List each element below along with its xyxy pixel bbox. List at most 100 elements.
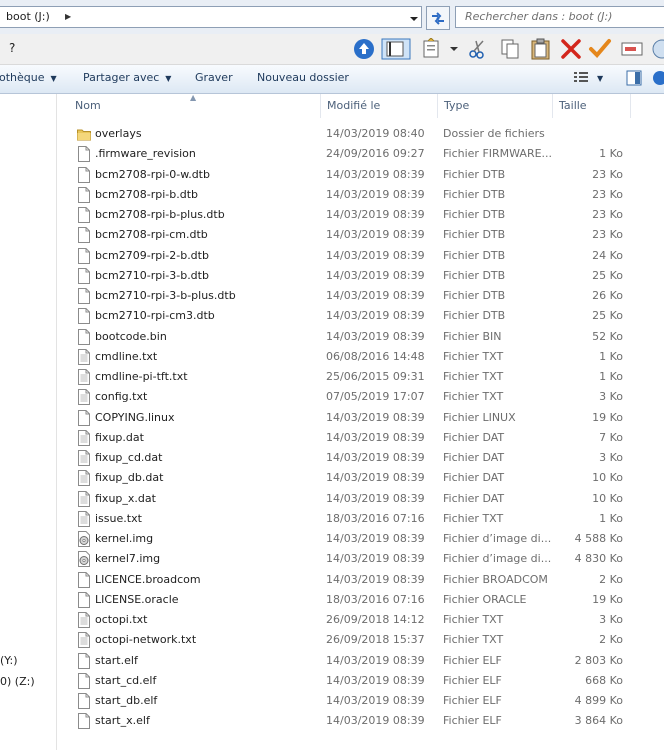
file-row[interactable]: fixup_db.dat 14/03/2019 08:39 Fichier DAT 1… [57, 468, 664, 488]
file-name[interactable]: LICENSE.oracle [95, 593, 179, 606]
refresh-button[interactable] [426, 6, 450, 30]
file-name[interactable]: start.elf [95, 654, 138, 667]
file-modified-date: 14/03/2019 08:39 [326, 694, 425, 707]
file-row[interactable]: bcm2709-rpi-2-b.dtb 14/03/2019 08:39 Fichi… [57, 246, 664, 266]
file-row[interactable]: octopi-network.txt 26/09/2018 15:37 Fichie… [57, 630, 664, 650]
file-row[interactable]: bcm2708-rpi-0-w.dtb 14/03/2019 08:39 Fichi… [57, 165, 664, 185]
file-name[interactable]: bootcode.bin [95, 330, 167, 343]
file-row[interactable]: bcm2708-rpi-cm.dtb 14/03/2019 08:39 Fichie… [57, 225, 664, 245]
file-name[interactable]: .firmware_revision [95, 147, 196, 160]
file-name[interactable]: fixup_cd.dat [95, 451, 162, 464]
view-dropdown-icon[interactable]: ▼ [597, 74, 603, 83]
file-name[interactable]: bcm2710-rpi-3-b.dtb [95, 269, 209, 282]
view-options-icon[interactable] [573, 70, 589, 84]
rename-icon[interactable] [620, 38, 644, 60]
file-name[interactable]: COPYING.linux [95, 411, 175, 424]
new-folder-button[interactable]: Nouveau dossier [257, 71, 349, 84]
column-header-size[interactable]: Taille [559, 99, 587, 112]
file-name[interactable]: bcm2710-rpi-cm3.dtb [95, 309, 215, 322]
file-row[interactable]: bcm2710-rpi-3-b.dtb 14/03/2019 08:39 Fichi… [57, 266, 664, 286]
file-name[interactable]: octopi-network.txt [95, 633, 196, 646]
file-row[interactable]: issue.txt 18/03/2016 07:16 Fichier TXT 1 Ko [57, 509, 664, 529]
breadcrumb-arrow-icon[interactable]: ▶ [65, 12, 71, 21]
dropdown-arrow-icon[interactable] [447, 38, 461, 60]
file-row[interactable]: fixup_x.dat 14/03/2019 08:39 Fichier DAT 10… [57, 489, 664, 509]
column-header-name[interactable]: Nom [75, 99, 101, 112]
search-input[interactable]: Rechercher dans : boot (J:) [455, 6, 664, 28]
address-path-box[interactable]: boot (J:) ▶ [0, 6, 422, 28]
file-row[interactable]: bcm2710-rpi-cm3.dtb 14/03/2019 08:39 Fichi… [57, 306, 664, 326]
file-row[interactable]: bootcode.bin 14/03/2019 08:39 Fichier BIN 5… [57, 327, 664, 347]
file-row[interactable]: bcm2710-rpi-3-b-plus.dtb 14/03/2019 08:39… [57, 286, 664, 306]
file-name[interactable]: kernel.img [95, 532, 153, 545]
search-placeholder: Rechercher dans : boot (J:) [465, 10, 613, 23]
file-name[interactable]: issue.txt [95, 512, 142, 525]
address-path[interactable]: boot (J:) [6, 10, 50, 23]
file-row[interactable]: kernel7.img 14/03/2019 08:39 Fichier d’ima… [57, 549, 664, 569]
column-divider[interactable] [437, 94, 438, 118]
file-name[interactable]: kernel7.img [95, 552, 160, 565]
file-row[interactable]: start_x.elf 14/03/2019 08:39 Fichier ELF 3 … [57, 711, 664, 731]
file-name[interactable]: octopi.txt [95, 613, 148, 626]
help-menu[interactable]: ? [9, 41, 15, 55]
file-row[interactable]: kernel.img 14/03/2019 08:39 Fichier d’imag… [57, 529, 664, 549]
file-name[interactable]: bcm2708-rpi-0-w.dtb [95, 168, 210, 181]
cut-icon[interactable] [466, 38, 490, 60]
file-row[interactable]: bcm2708-rpi-b-plus.dtb 14/03/2019 08:39 Fi… [57, 205, 664, 225]
file-row[interactable]: overlays 14/03/2019 08:40 Dossier de fichi… [57, 124, 664, 144]
help-icon[interactable] [650, 38, 664, 60]
file-row[interactable]: LICENCE.broadcom 14/03/2019 08:39 Fichier … [57, 570, 664, 590]
file-name[interactable]: bcm2709-rpi-2-b.dtb [95, 249, 209, 262]
file-name[interactable]: bcm2710-rpi-3-b-plus.dtb [95, 289, 236, 302]
properties-icon[interactable] [420, 38, 444, 60]
checkmark-icon[interactable] [588, 38, 612, 60]
file-name[interactable]: fixup_x.dat [95, 492, 156, 505]
column-divider[interactable] [552, 94, 553, 118]
file-name[interactable]: LICENCE.broadcom [95, 573, 201, 586]
nav-item-drive-z[interactable]: 0) (Z:) [0, 675, 35, 688]
nav-item-drive-y[interactable]: (Y:) [0, 654, 18, 667]
column-divider[interactable] [630, 94, 631, 118]
file-row[interactable]: .firmware_revision 24/09/2016 09:27 Fichie… [57, 144, 664, 164]
file-name[interactable]: fixup.dat [95, 431, 144, 444]
file-row[interactable]: bcm2708-rpi-b.dtb 14/03/2019 08:39 Fichier… [57, 185, 664, 205]
file-name[interactable]: start_db.elf [95, 694, 157, 707]
file-row[interactable]: cmdline.txt 06/08/2016 14:48 Fichier TXT 1 … [57, 347, 664, 367]
file-row[interactable]: start_cd.elf 14/03/2019 08:39 Fichier ELF 6… [57, 671, 664, 691]
file-icon [77, 713, 91, 730]
file-row[interactable]: start.elf 14/03/2019 08:39 Fichier ELF 2 80… [57, 651, 664, 671]
file-row[interactable]: config.txt 07/05/2019 17:07 Fichier TXT 3 K… [57, 387, 664, 407]
preview-pane-icon[interactable] [381, 38, 411, 60]
file-name[interactable]: bcm2708-rpi-b-plus.dtb [95, 208, 225, 221]
file-size: 23 Ko [592, 187, 623, 201]
file-name[interactable]: start_x.elf [95, 714, 150, 727]
file-name[interactable]: start_cd.elf [95, 674, 156, 687]
file-row[interactable]: cmdline-pi-tft.txt 25/06/2015 09:31 Fichie… [57, 367, 664, 387]
share-menu[interactable]: Partager avec ▼ [83, 71, 171, 84]
help-circle-icon[interactable] [652, 70, 664, 86]
file-name[interactable]: fixup_db.dat [95, 471, 163, 484]
delete-icon[interactable] [559, 38, 583, 60]
file-name[interactable]: bcm2708-rpi-b.dtb [95, 188, 198, 201]
file-name[interactable]: bcm2708-rpi-cm.dtb [95, 228, 208, 241]
file-row[interactable]: LICENSE.oracle 18/03/2016 07:16 Fichier OR… [57, 590, 664, 610]
up-arrow-icon[interactable] [352, 38, 376, 60]
file-name[interactable]: config.txt [95, 390, 147, 403]
file-row[interactable]: fixup.dat 14/03/2019 08:39 Fichier DAT 7 Ko [57, 428, 664, 448]
file-name[interactable]: overlays [95, 127, 142, 140]
address-dropdown-icon[interactable] [409, 14, 419, 24]
column-header-type[interactable]: Type [444, 99, 469, 112]
file-name[interactable]: cmdline.txt [95, 350, 157, 363]
copy-icon[interactable] [498, 38, 522, 60]
file-row[interactable]: octopi.txt 26/09/2018 14:12 Fichier TXT 3 K… [57, 610, 664, 630]
file-row[interactable]: fixup_cd.dat 14/03/2019 08:39 Fichier DAT 3… [57, 448, 664, 468]
file-row[interactable]: start_db.elf 14/03/2019 08:39 Fichier ELF 4… [57, 691, 664, 711]
column-divider[interactable] [320, 94, 321, 118]
file-name[interactable]: cmdline-pi-tft.txt [95, 370, 188, 383]
file-row[interactable]: COPYING.linux 14/03/2019 08:39 Fichier LIN… [57, 408, 664, 428]
paste-icon[interactable] [529, 38, 553, 60]
burn-button[interactable]: Graver [195, 71, 233, 84]
preview-pane-toggle-icon[interactable] [626, 70, 642, 86]
column-header-modified[interactable]: Modifié le [327, 99, 380, 112]
library-menu[interactable]: othèque ▼ [0, 71, 57, 84]
